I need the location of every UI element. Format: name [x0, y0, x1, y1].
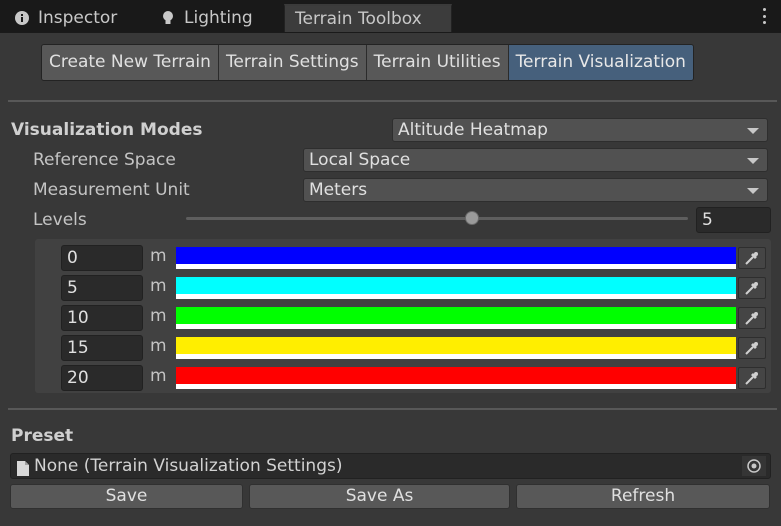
level-height-input[interactable]: 0 [61, 245, 143, 271]
chevron-down-icon [747, 188, 759, 194]
preset-object-field[interactable]: None (Terrain Visualization Settings) [10, 453, 771, 479]
level-color-field[interactable] [176, 367, 736, 389]
level-row: 5 m [35, 274, 771, 301]
save-as-button[interactable]: Save As [249, 484, 510, 509]
tab-label: Lighting [184, 8, 253, 28]
reference-space-label: Reference Space [33, 150, 176, 170]
visualization-mode-dropdown[interactable]: Altitude Heatmap [392, 118, 768, 142]
window-tab-bar: Inspector Lighting Terrain Toolbox [0, 0, 781, 33]
terrain-settings-button[interactable]: Terrain Settings [218, 45, 367, 80]
level-row: 15 m [35, 334, 771, 361]
reference-space-dropdown[interactable]: Local Space [303, 148, 768, 172]
level-color-swatch [176, 277, 736, 294]
dropdown-value: Meters [309, 180, 368, 200]
create-new-terrain-button[interactable]: Create New Terrain [42, 45, 219, 80]
refresh-button[interactable]: Refresh [516, 484, 770, 509]
preset-value: None (Terrain Visualization Settings) [34, 456, 343, 476]
level-color-swatch [176, 367, 736, 384]
level-unit-label: m [150, 366, 167, 386]
tab-label: Inspector [38, 8, 118, 28]
level-row: 10 m [35, 304, 771, 331]
tab-terrain-toolbox[interactable]: Terrain Toolbox [284, 4, 452, 32]
levels-input[interactable]: 5 [696, 207, 771, 233]
document-icon [17, 459, 29, 483]
eyedropper-icon[interactable] [738, 247, 766, 269]
eyedropper-icon[interactable] [738, 367, 766, 389]
level-height-input[interactable]: 15 [61, 335, 143, 361]
level-unit-label: m [150, 276, 167, 296]
tab-lighting[interactable]: Lighting [160, 4, 253, 32]
visualization-modes-label: Visualization Modes [11, 120, 203, 140]
level-color-swatch [176, 307, 736, 324]
dropdown-value: Local Space [309, 150, 411, 170]
level-color-field[interactable] [176, 307, 736, 329]
levels-slider-track[interactable] [186, 217, 688, 220]
level-color-field[interactable] [176, 337, 736, 359]
terrain-visualization-button[interactable]: Terrain Visualization [508, 45, 693, 80]
info-icon [14, 10, 30, 26]
measurement-unit-label: Measurement Unit [33, 180, 190, 200]
dropdown-value: Altitude Heatmap [398, 120, 548, 140]
level-height-input[interactable]: 5 [61, 275, 143, 301]
object-picker-icon[interactable] [742, 456, 766, 476]
level-height-input[interactable]: 20 [61, 365, 143, 391]
measurement-unit-dropdown[interactable]: Meters [303, 178, 768, 202]
chevron-down-icon [747, 158, 759, 164]
more-options-icon[interactable] [761, 8, 767, 24]
level-color-swatch [176, 247, 736, 264]
eyedropper-icon[interactable] [738, 277, 766, 299]
eyedropper-icon[interactable] [738, 307, 766, 329]
tab-inspector[interactable]: Inspector [14, 4, 117, 32]
level-unit-label: m [150, 306, 167, 326]
levels-list: 0 m 5 m 10 m 15 m 20 m [35, 239, 771, 393]
tab-label: Terrain Toolbox [295, 9, 422, 29]
level-unit-label: m [150, 246, 167, 266]
divider [8, 408, 777, 410]
level-height-input[interactable]: 10 [61, 305, 143, 331]
level-row: 0 m [35, 244, 771, 271]
level-color-field[interactable] [176, 277, 736, 299]
divider [8, 100, 777, 102]
terrain-utilities-button[interactable]: Terrain Utilities [366, 45, 509, 80]
preset-label: Preset [11, 426, 74, 446]
level-unit-label: m [150, 336, 167, 356]
level-color-swatch [176, 337, 736, 354]
level-color-field[interactable] [176, 247, 736, 269]
chevron-down-icon [747, 128, 759, 134]
level-row: 20 m [35, 364, 771, 391]
eyedropper-icon[interactable] [738, 337, 766, 359]
save-button[interactable]: Save [10, 484, 243, 509]
lightbulb-icon [160, 10, 176, 26]
toolbox-mode-tabs: Create New Terrain Terrain Settings Terr… [41, 44, 694, 81]
levels-label: Levels [33, 210, 87, 230]
